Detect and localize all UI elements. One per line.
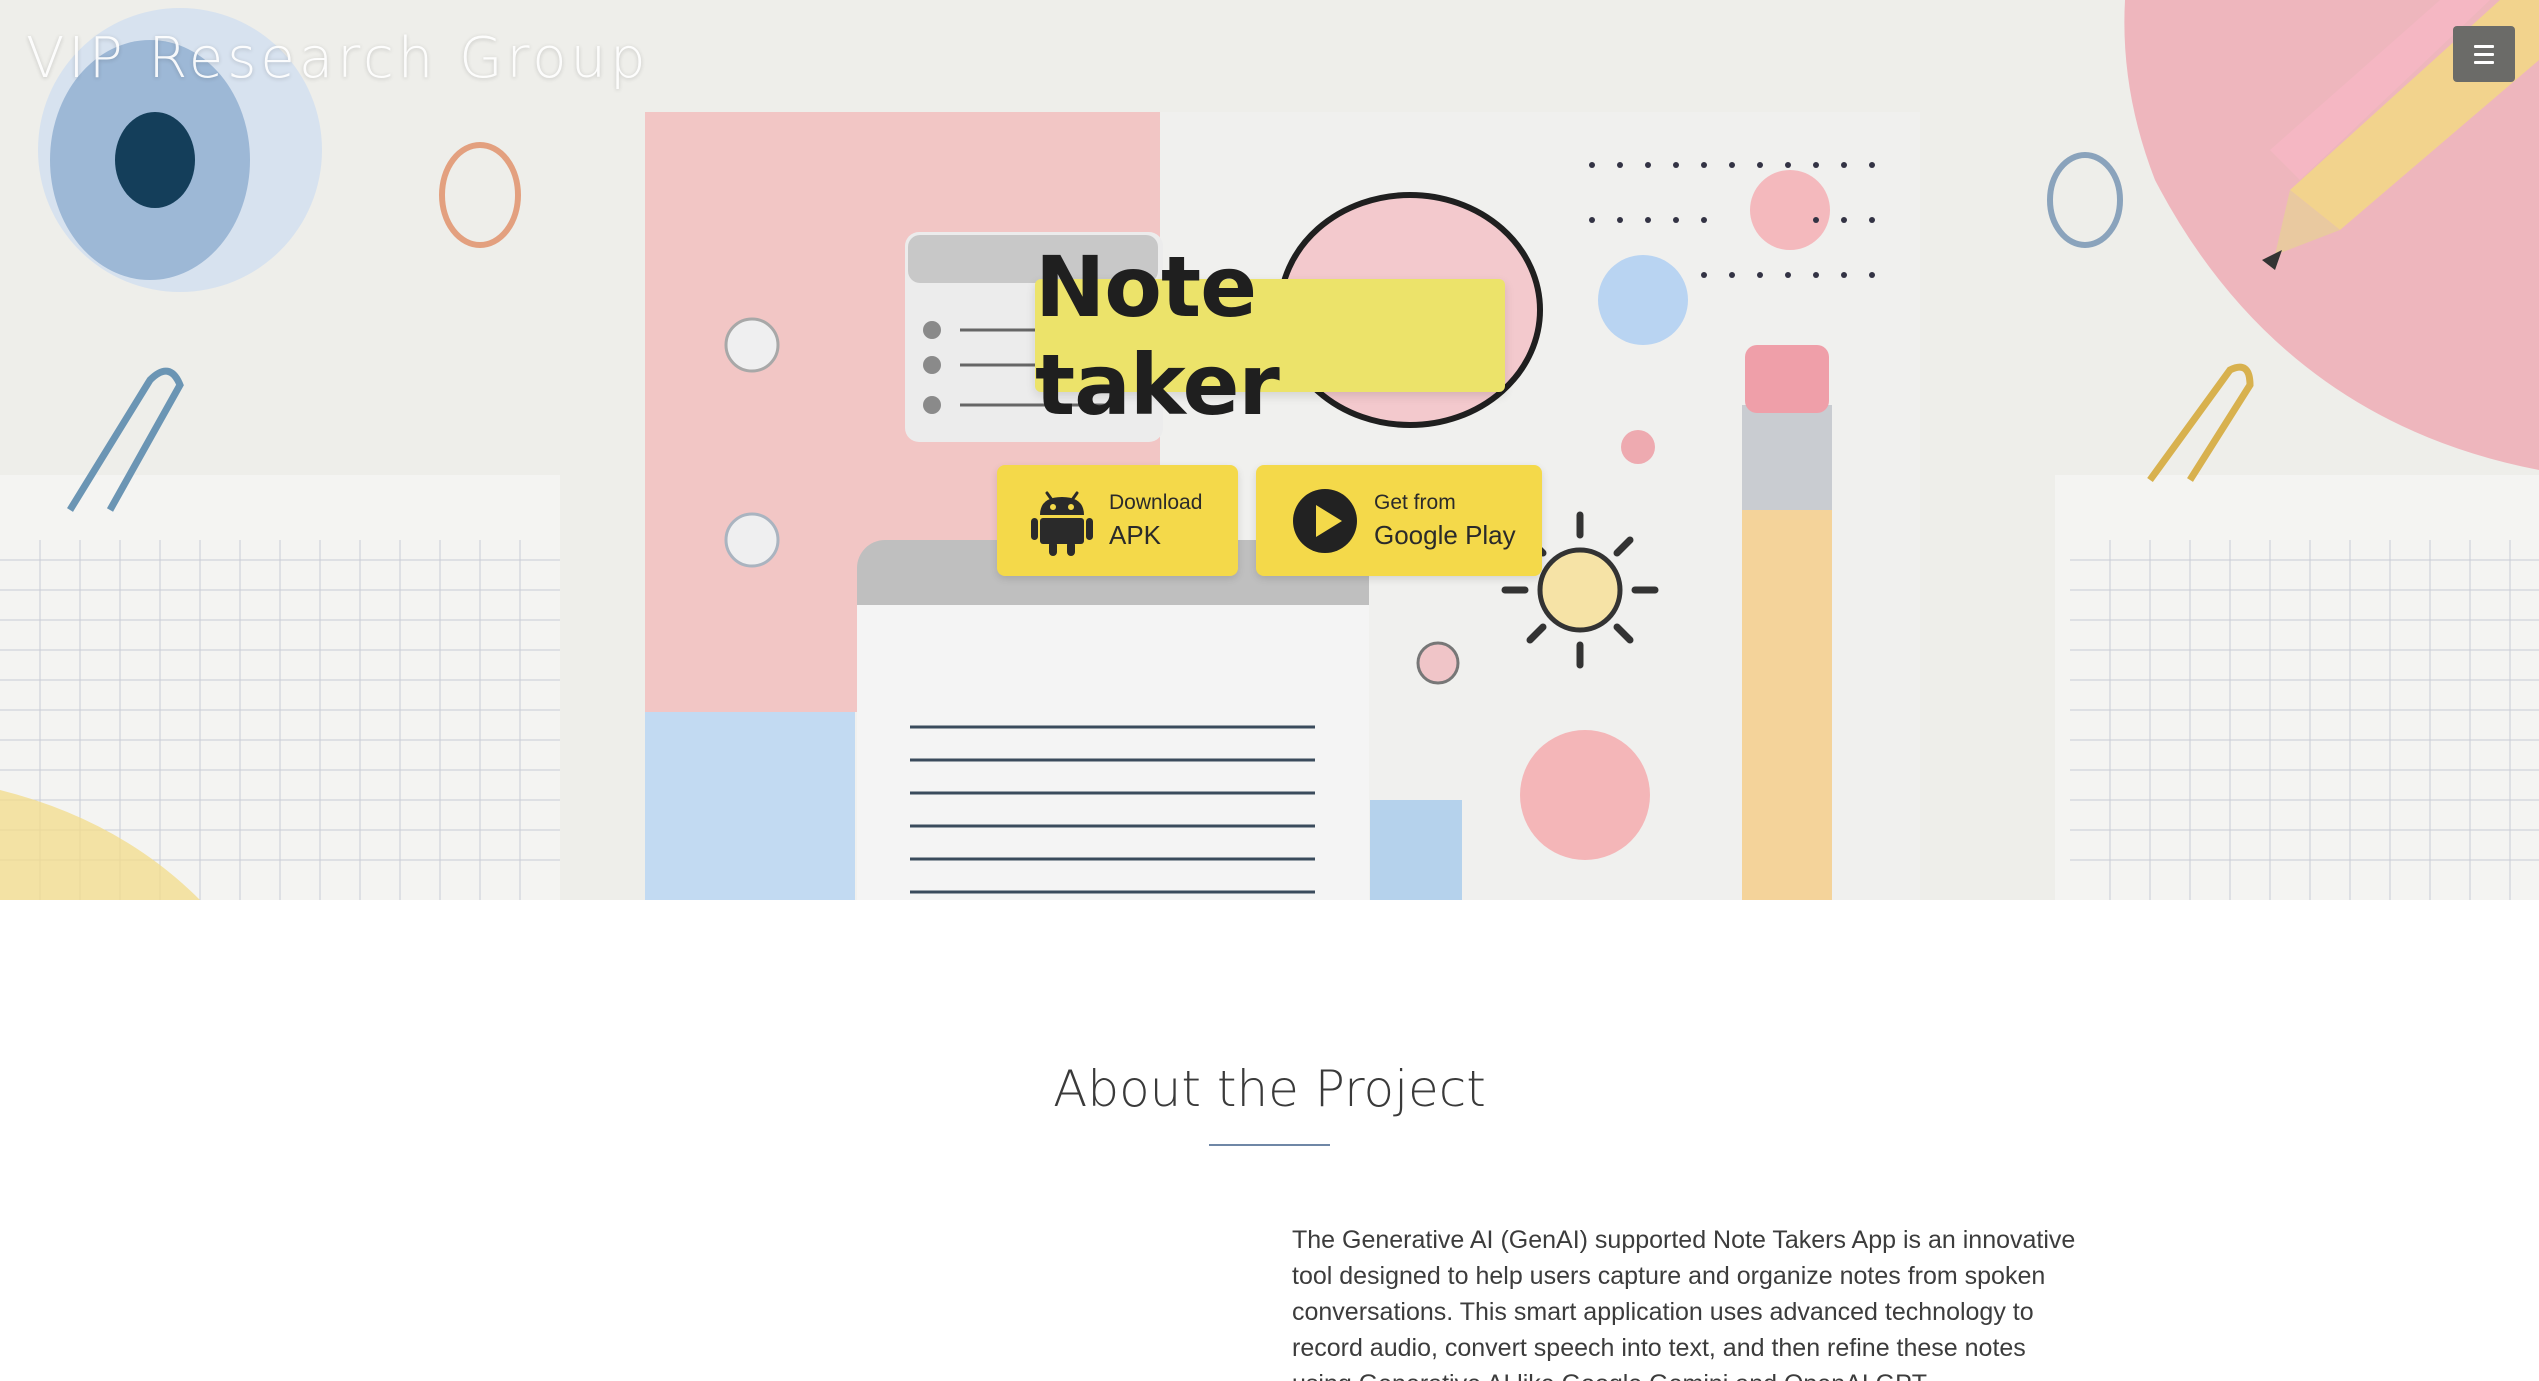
about-paragraph: The Generative AI (GenAI) supported Note… [1292,1226,2076,1381]
site-brand[interactable]: VIP Research Group [26,26,650,91]
hamburger-menu-icon-bar [2474,52,2494,56]
google-play-text: Get from Google Play [1374,489,1516,553]
google-play-button[interactable]: Get from Google Play [1256,465,1542,576]
hero-title-box: Note taker [1035,238,1505,434]
hamburger-menu-icon [2474,44,2494,48]
download-apk-label-small: Download [1109,490,1203,514]
download-apk-button[interactable]: Download APK [997,465,1238,576]
android-icon [1027,486,1097,556]
download-apk-text: Download APK [1109,489,1202,553]
hero-section: VIP Research Group Note taker Download A… [0,0,2539,900]
about-title: About the Project [1053,1060,1486,1118]
hero-illustration [0,0,2539,900]
google-play-label-big: Google Play [1374,519,1516,550]
hamburger-menu-icon-bar [2474,60,2494,64]
hero-title: Note taker [1035,237,1280,434]
google-play-label-small: Get from [1374,490,1456,514]
about-divider [1209,1144,1330,1146]
download-apk-label-big: APK [1109,519,1162,550]
menu-button[interactable] [2453,26,2515,82]
play-icon [1290,486,1360,556]
page: VIP Research Group Note taker Download A… [0,0,2539,1381]
